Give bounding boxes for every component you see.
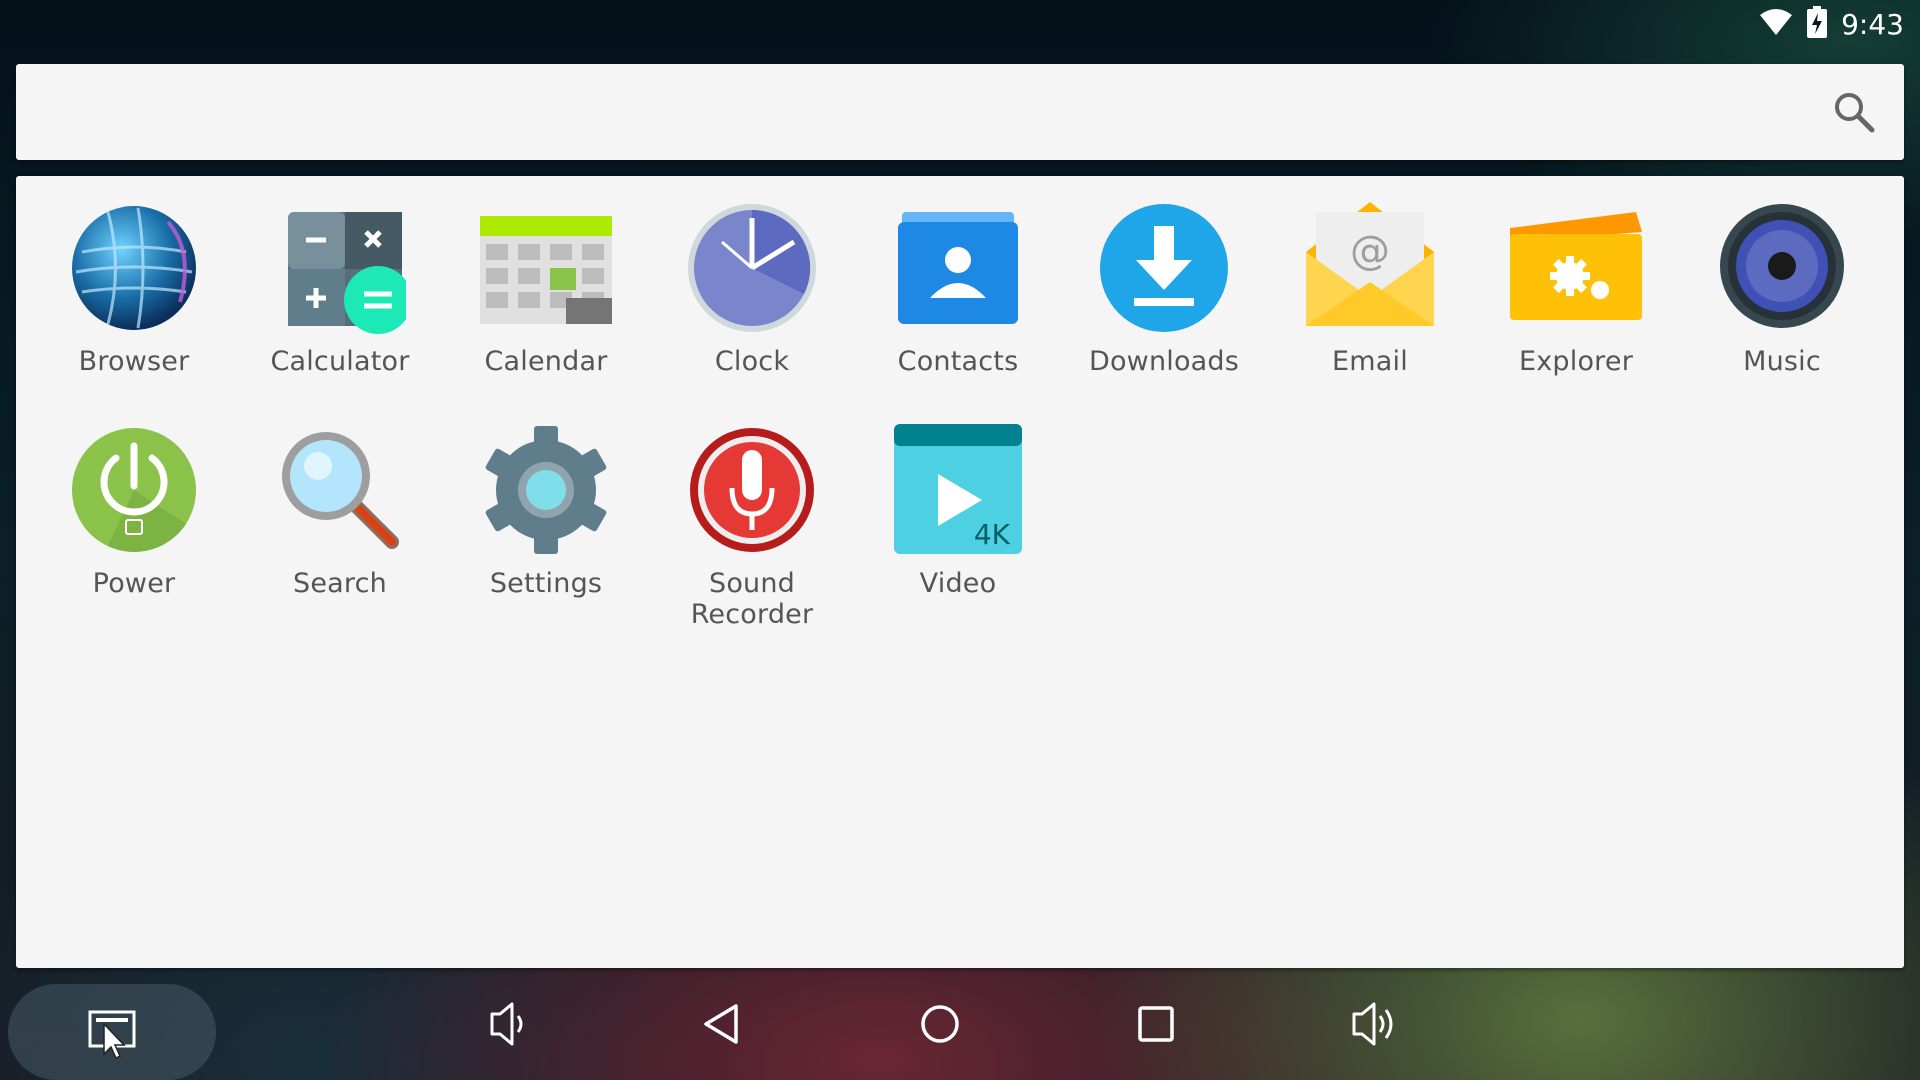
app-music[interactable]: Music [1682,202,1882,402]
app-label: Calculator [270,346,410,377]
status-icons: 9:43 [1759,5,1904,43]
volume-down-icon [490,1002,523,1046]
back-icon [704,1004,738,1044]
home-button[interactable] [902,986,978,1062]
app-settings[interactable]: Settings [446,424,646,624]
status-bar: 9:43 [0,0,1920,48]
app-drawer: Browser Calculator Calendar Clock Contac… [16,176,1904,968]
volume-up-icon [1352,1002,1393,1046]
battery-charging-icon [1807,5,1828,43]
app-browser[interactable]: Browser [34,202,234,402]
contacts-icon [892,202,1024,334]
browser-globe-icon [68,202,200,334]
back-button[interactable] [686,986,762,1062]
app-label: Sound Recorder [690,568,814,630]
app-sound-recorder[interactable]: Sound Recorder [652,424,852,630]
calendar-icon [480,202,612,334]
app-video[interactable]: 4K Video [858,424,1058,624]
recents-icon [1138,1006,1174,1042]
app-label: Search [293,568,387,599]
email-icon: @ [1304,202,1436,334]
app-calculator[interactable]: Calculator [240,202,440,402]
app-calendar[interactable]: Calendar [446,202,646,402]
search-icon[interactable] [1830,88,1878,136]
video-4k-icon: 4K [892,424,1024,556]
home-icon [921,1005,959,1043]
svg-text:4K: 4K [974,518,1011,551]
app-label: Power [92,568,176,599]
multiwindow-button[interactable] [8,984,216,1080]
app-explorer[interactable]: Explorer [1476,202,1676,402]
app-label: Email [1332,346,1408,377]
app-label: Video [919,568,997,599]
app-label: Music [1743,346,1821,377]
microphone-icon [686,424,818,556]
recents-button[interactable] [1118,986,1194,1062]
app-label: Clock [714,346,790,377]
magnifier-icon [274,424,406,556]
calculator-icon [274,202,412,334]
app-label: Downloads [1088,346,1240,377]
volume-down-button[interactable] [468,986,544,1062]
search-bar[interactable] [16,64,1904,160]
multiwindow-icon [86,1006,140,1065]
power-icon [68,424,200,556]
explorer-folder-icon [1510,202,1642,334]
app-label: Calendar [484,346,608,377]
volume-up-button[interactable] [1334,986,1410,1062]
app-downloads[interactable]: Downloads [1064,202,1264,402]
clock-icon [686,202,818,334]
app-label: Settings [489,568,603,599]
music-speaker-icon [1716,202,1848,334]
app-contacts[interactable]: Contacts [858,202,1058,402]
wifi-icon [1759,7,1793,42]
app-email[interactable]: @ Email [1270,202,1470,402]
app-clock[interactable]: Clock [652,202,852,402]
search-input[interactable] [44,84,1748,142]
app-label: Contacts [897,346,1019,377]
svg-text:@: @ [1350,228,1390,274]
app-search[interactable]: Search [240,424,440,624]
status-time: 9:43 [1841,7,1904,41]
settings-gear-icon [480,424,612,556]
app-power[interactable]: Power [34,424,234,624]
app-label: Explorer [1518,346,1634,377]
downloads-icon [1098,202,1230,334]
app-label: Browser [78,346,190,377]
navigation-bar [0,968,1920,1080]
